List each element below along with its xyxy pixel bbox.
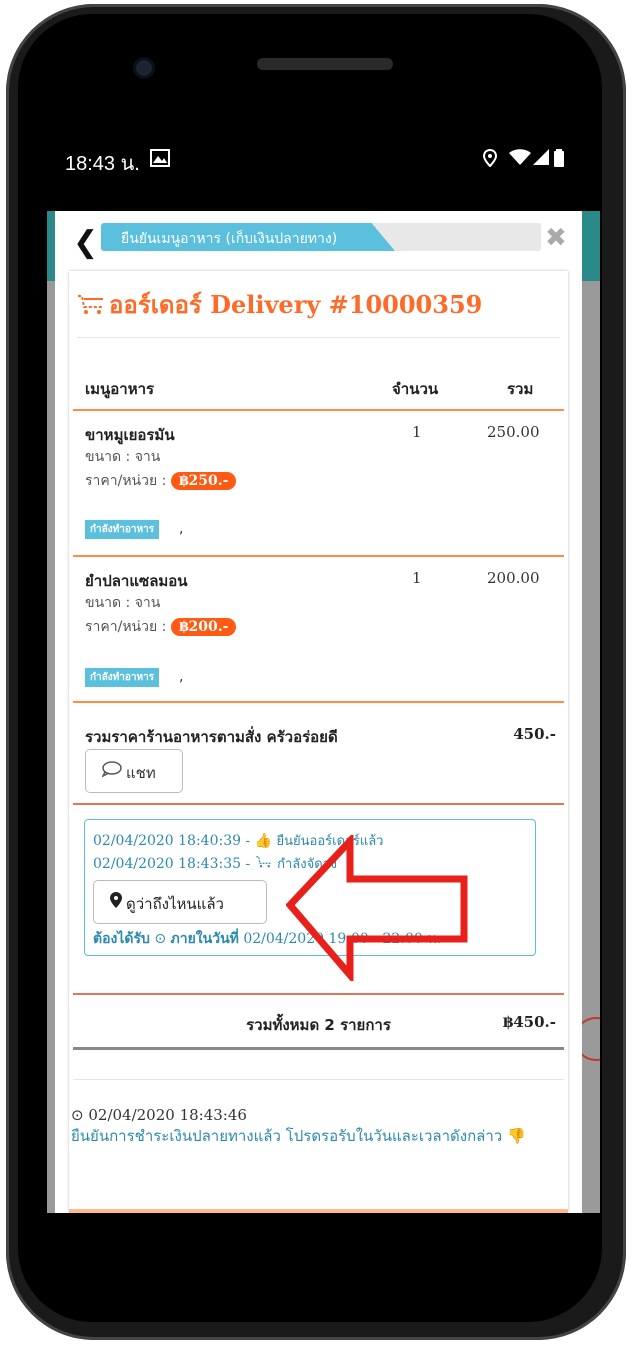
restaurant-summary: รวมราคาร้านอาหารตามสั่ง ครัวอร่อยดี bbox=[85, 728, 338, 746]
price-badge: ฿200.- bbox=[170, 618, 237, 636]
red-arrow-annotation bbox=[286, 835, 468, 981]
status-badge: กำลังทำอาหาร bbox=[85, 520, 160, 539]
item-size: ขนาด : จาน bbox=[85, 595, 161, 611]
map-marker-icon bbox=[110, 892, 122, 912]
item-unit-price-label: ราคา/หน่วย : bbox=[85, 619, 167, 635]
payment-message: ยืนยันการชำระเงินปลายทางแล้ว โปรดรอรับใน… bbox=[71, 1127, 561, 1146]
item-total: 250.00 bbox=[487, 423, 540, 441]
payment-timestamp: ⊙ 02/04/2020 18:43:46 bbox=[71, 1106, 247, 1124]
location-icon bbox=[482, 148, 498, 172]
payment-time: 02/04/2020 18:43:46 bbox=[88, 1106, 247, 1124]
image-icon bbox=[150, 149, 170, 172]
section-divider bbox=[73, 803, 564, 805]
close-icon[interactable]: ✖ bbox=[545, 223, 567, 253]
status-separator: , bbox=[179, 521, 184, 537]
grand-total-value: ฿450.- bbox=[502, 1013, 556, 1031]
order-title: ออร์เดอร์ Delivery #10000359 bbox=[77, 285, 482, 324]
battery-icon bbox=[554, 149, 564, 172]
section-divider bbox=[73, 993, 564, 995]
thumbs-down-icon: 👎 bbox=[507, 1127, 526, 1145]
thumbs-up-icon: 👍 bbox=[254, 833, 273, 849]
item-name: ยำปลาแซลมอน bbox=[85, 572, 188, 590]
track-button-label: ดูว่าถึงไหนแล้ว bbox=[126, 895, 224, 913]
divider bbox=[73, 1079, 564, 1080]
item-total: 200.00 bbox=[487, 569, 540, 587]
track-delivery-button[interactable]: ดูว่าถึงไหนแล้ว bbox=[93, 880, 267, 924]
status-time: 18:43 น. bbox=[65, 153, 140, 175]
clock-icon: ⊙ bbox=[71, 1106, 84, 1124]
item-divider bbox=[73, 555, 564, 557]
cart-icon bbox=[255, 856, 277, 872]
table-header-divider bbox=[73, 409, 564, 411]
chat-bubble-icon bbox=[101, 761, 122, 781]
front-camera bbox=[133, 57, 155, 79]
device-screen: 18:43 น. ❮ ยืนยันเมนูอาหาร (เก็บเงินปลาย… bbox=[47, 125, 600, 1213]
clock-icon: ⊙ bbox=[154, 931, 167, 947]
status-separator: , bbox=[179, 669, 184, 685]
chevron-left-icon[interactable]: ❮ bbox=[73, 225, 98, 260]
restaurant-total: 450.- bbox=[513, 725, 556, 743]
divider bbox=[77, 337, 560, 338]
grand-total-label: รวมทั้งหมด 2 รายการ bbox=[246, 1016, 391, 1034]
item-size: ขนาด : จาน bbox=[85, 449, 161, 465]
app-header-strip-left bbox=[47, 211, 55, 281]
item-qty: 1 bbox=[412, 423, 422, 441]
earpiece-speaker bbox=[257, 58, 393, 70]
progress-step-label: ยืนยันเมนูอาหาร (เก็บเงินปลายทาง) bbox=[121, 231, 338, 247]
order-title-text: ออร์เดอร์ Delivery #10000359 bbox=[109, 290, 483, 319]
payment-message-text: ยืนยันการชำระเงินปลายทางแล้ว โปรดรอรับใน… bbox=[71, 1127, 503, 1145]
item-divider bbox=[73, 701, 564, 703]
column-header-qty: จำนวน bbox=[392, 380, 439, 398]
price-badge: ฿250.- bbox=[170, 472, 237, 490]
summary-divider bbox=[73, 1047, 564, 1050]
progress-step-bar: ยืนยันเมนูอาหาร (เก็บเงินปลายทาง) bbox=[101, 223, 541, 251]
item-unit-price-row: ราคา/หน่วย : ฿200.- bbox=[85, 616, 237, 638]
app-header-strip bbox=[582, 211, 600, 281]
order-modal: ❮ ยืนยันเมนูอาหาร (เก็บเงินปลายทาง) ✖ ออ… bbox=[55, 211, 582, 1213]
order-card: ออร์เดอร์ Delivery #10000359 เมนูอาหาร จ… bbox=[69, 271, 568, 1213]
deliver-within: ภายในวันที่ bbox=[170, 931, 239, 947]
column-header-total: รวม bbox=[507, 380, 534, 398]
deliver-label: ต้องได้รับ bbox=[93, 931, 150, 947]
column-header-menu: เมนูอาหาร bbox=[85, 380, 155, 398]
cart-icon bbox=[77, 292, 105, 321]
timeline-time: 02/04/2020 18:43:35 - bbox=[93, 856, 251, 872]
modal-top-bar: ❮ ยืนยันเมนูอาหาร (เก็บเงินปลายทาง) ✖ bbox=[55, 211, 582, 271]
wifi-icon bbox=[509, 149, 531, 170]
status-bar: 18:43 น. bbox=[47, 125, 600, 211]
item-qty: 1 bbox=[412, 569, 422, 587]
signal-icon bbox=[533, 149, 549, 170]
item-unit-price-label: ราคา/หน่วย : bbox=[85, 473, 167, 489]
status-badge: กำลังทำอาหาร bbox=[85, 668, 160, 687]
item-unit-price-row: ราคา/หน่วย : ฿250.- bbox=[85, 470, 237, 492]
item-name: ขาหมูเยอรมัน bbox=[85, 426, 175, 444]
chat-button[interactable]: แชท bbox=[85, 749, 183, 793]
chat-button-label: แชท bbox=[126, 764, 156, 782]
timeline-time: 02/04/2020 18:40:39 - bbox=[93, 833, 251, 849]
